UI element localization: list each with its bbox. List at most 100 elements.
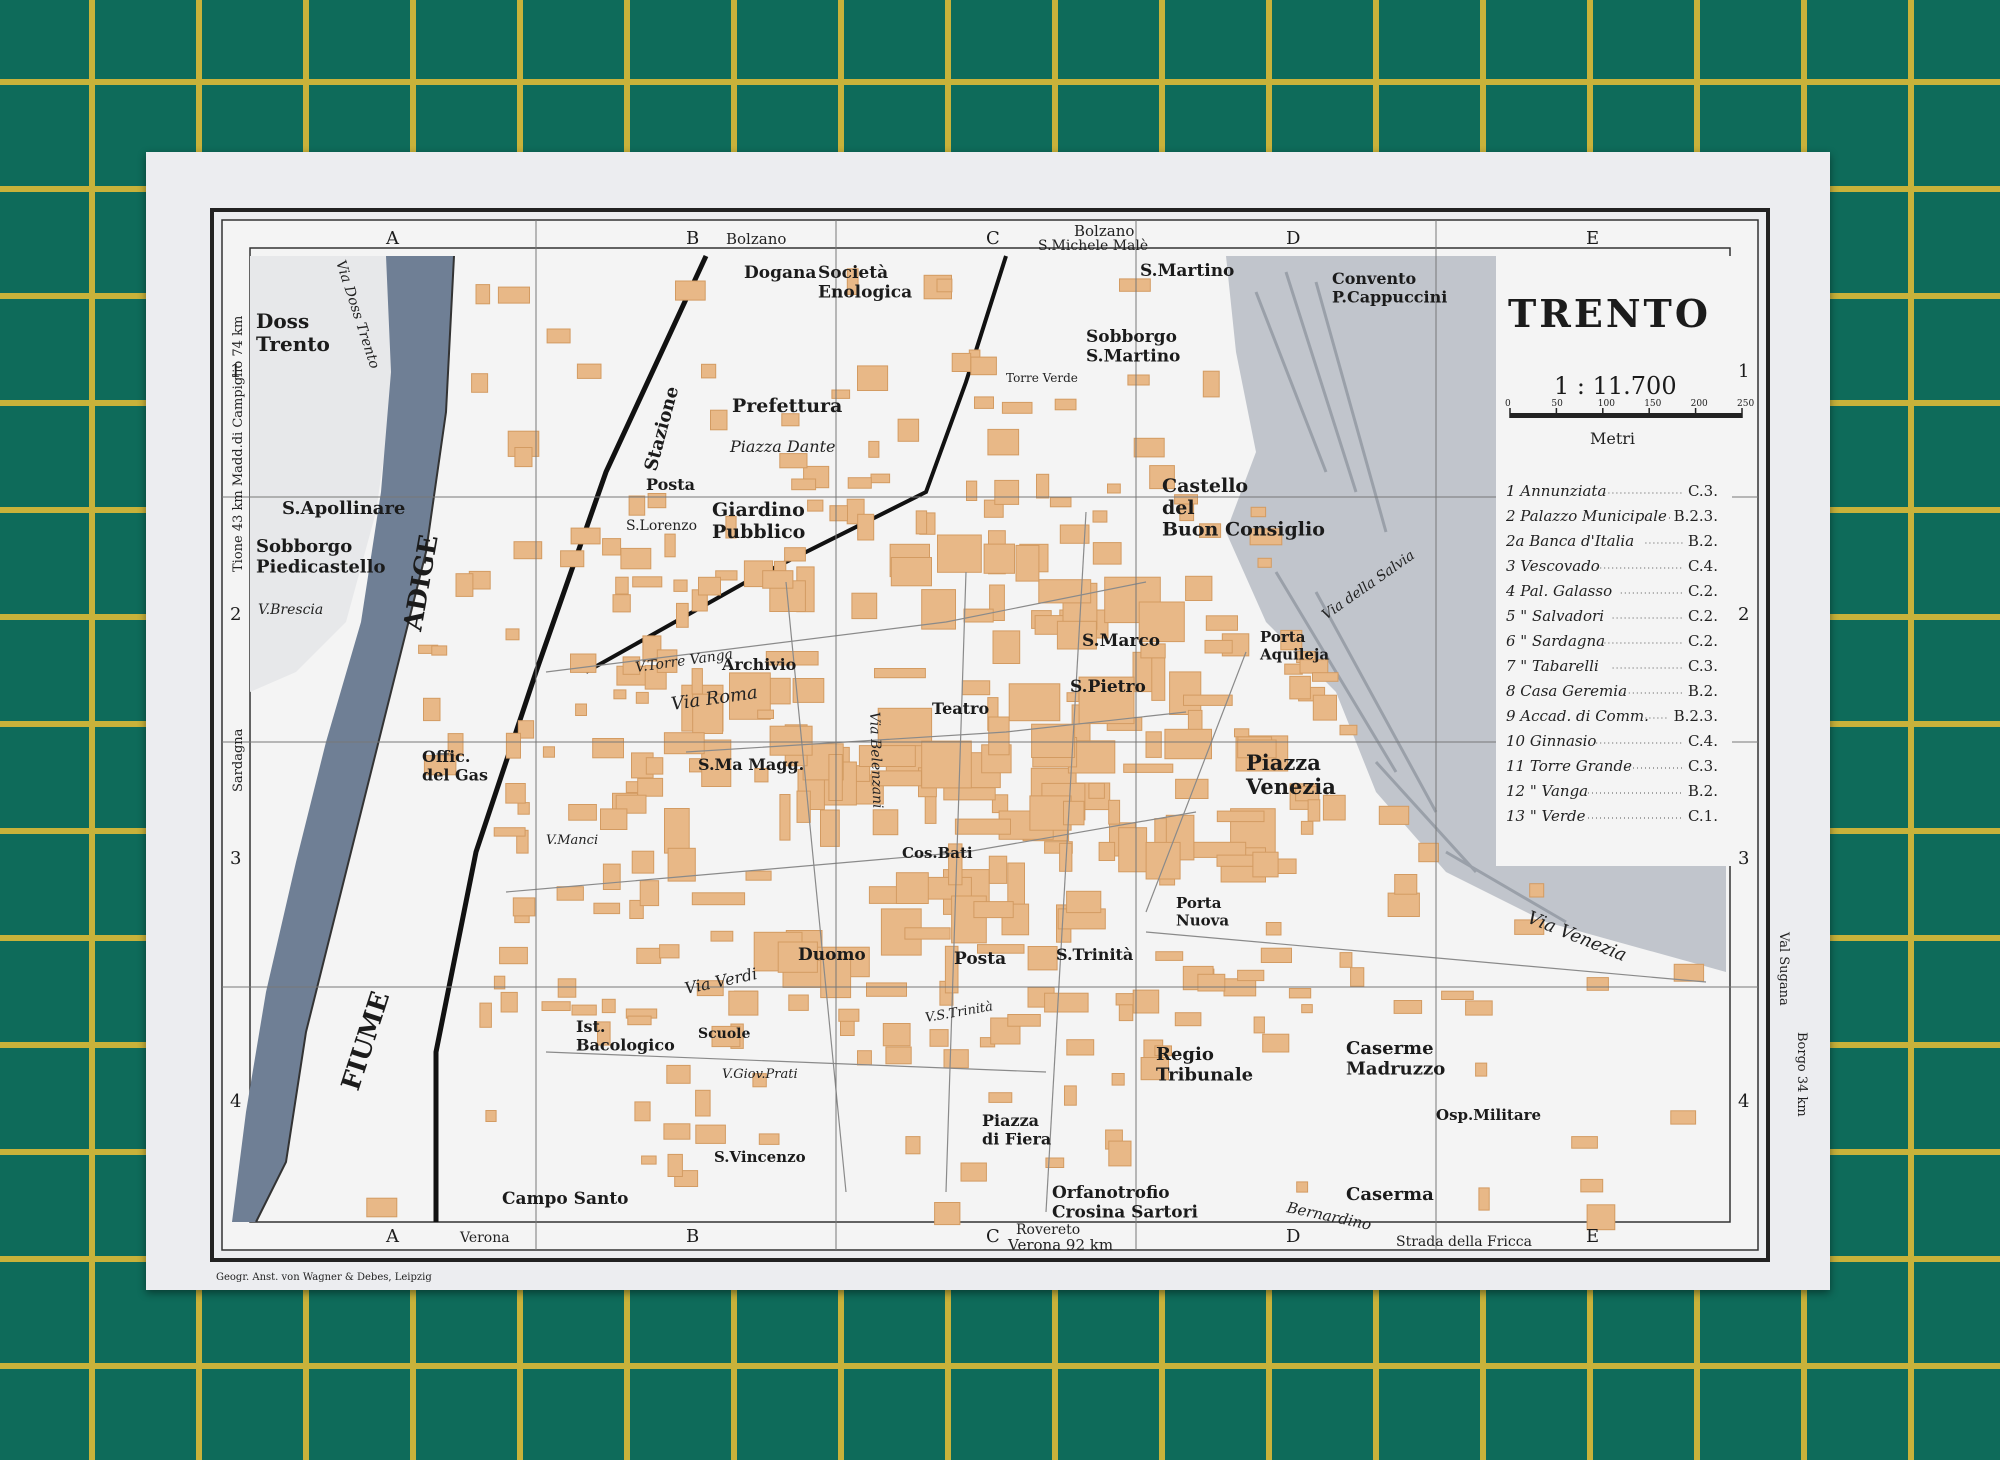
- legend-entry-label: 5 " Salvadori: [1506, 607, 1604, 625]
- building-block: [1145, 731, 1162, 758]
- building-block: [1127, 374, 1150, 386]
- place-posta-top: Posta: [646, 475, 695, 494]
- building-block: [701, 363, 717, 379]
- building-block: [1394, 874, 1418, 895]
- place-s-pietro: S.Pietro: [1070, 677, 1146, 697]
- building-block: [1378, 805, 1410, 825]
- building-block: [601, 998, 616, 1014]
- building-block: [1008, 683, 1061, 722]
- building-block: [943, 1049, 969, 1069]
- building-block: [695, 1124, 726, 1144]
- place-s-maria-magg: S.Ma Magg.: [698, 755, 804, 774]
- building-block: [847, 477, 872, 489]
- building-block: [988, 716, 1010, 756]
- scale-tick-label: 0: [1505, 399, 1511, 409]
- building-block: [1175, 778, 1209, 799]
- building-block: [1044, 992, 1089, 1013]
- building-block: [929, 1029, 949, 1047]
- place-doss-trento-line: Doss: [256, 309, 309, 333]
- place-porta-nuova: Porta Nuova: [1176, 894, 1229, 929]
- building-block: [663, 1123, 691, 1140]
- building-block: [1151, 652, 1166, 701]
- building-block: [1092, 510, 1108, 523]
- col-label-c-bottom: C: [986, 1226, 1000, 1247]
- legend-entry-ref: C.3.: [1688, 482, 1718, 500]
- place-caserme-madruzzo-line: Madruzzo: [1346, 1059, 1445, 1080]
- building-block: [877, 707, 933, 747]
- building-block: [571, 1004, 597, 1016]
- building-block: [512, 897, 536, 917]
- direction-verona-a: Verona: [459, 1230, 510, 1246]
- place-orfanotrofio-line: Crosina Sartori: [1052, 1203, 1199, 1223]
- place-scuole: Scuole: [698, 1026, 750, 1042]
- building-block: [493, 827, 526, 837]
- building-block: [560, 550, 585, 568]
- building-block: [784, 547, 806, 562]
- place-regio-tribunale-line: Regio: [1156, 1044, 1214, 1065]
- building-block: [1123, 763, 1174, 773]
- place-convento-cappuccini-line: Convento: [1332, 269, 1417, 288]
- place-regio-tribunale-line: Tribunale: [1156, 1065, 1253, 1086]
- building-block: [664, 533, 676, 558]
- building-block: [1234, 728, 1250, 738]
- building-block: [575, 703, 588, 716]
- building-block: [1133, 437, 1165, 458]
- building-block: [874, 668, 926, 679]
- legend-entry-ref: C.3.: [1688, 757, 1718, 775]
- place-s-marco: S.Marco: [1082, 631, 1160, 651]
- place-caserme-madruzzo-line: Caserme: [1346, 1038, 1434, 1059]
- place-offic-del-gas-line: del Gas: [422, 765, 488, 784]
- building-block: [934, 1202, 961, 1226]
- legend-entry-ref: C.2.: [1688, 582, 1718, 600]
- place-v-manci: V.Manci: [546, 833, 598, 848]
- map-figure: A B C D E A B C D E 1 2 3 4 1 2 3 4 Bolz…: [210, 208, 1809, 1283]
- building-block: [1111, 1073, 1125, 1086]
- col-label-e-bottom: E: [1586, 1226, 1599, 1247]
- building-block: [1007, 862, 1025, 908]
- building-block: [517, 802, 530, 815]
- place-caserma: Caserma: [1346, 1184, 1434, 1205]
- building-block: [757, 709, 775, 719]
- building-block: [762, 570, 794, 589]
- building-block: [1107, 483, 1121, 494]
- building-block: [568, 804, 597, 821]
- place-orfanotrofio-line: Orfanotrofio: [1052, 1183, 1170, 1203]
- building-block: [973, 901, 1014, 919]
- imprint: Geogr. Anst. von Wagner & Debes, Leipzig: [216, 1272, 432, 1283]
- legend-entry-label: 11 Torre Grande: [1506, 757, 1632, 775]
- legend-entry-label: 2a Banca d'Italia: [1505, 532, 1634, 550]
- legend-entry-ref: C.4.: [1688, 732, 1718, 750]
- legend-entry-label: 13 " Verde: [1506, 807, 1586, 825]
- building-block: [1237, 969, 1265, 982]
- building-block: [838, 1008, 860, 1022]
- col-label-a-top: A: [385, 228, 400, 249]
- building-block: [1296, 1181, 1309, 1193]
- building-block: [769, 725, 813, 756]
- building-block: [664, 808, 690, 854]
- legend-entry-label: 4 Pal. Galasso: [1505, 582, 1612, 600]
- building-block: [745, 870, 772, 881]
- building-block: [637, 777, 664, 797]
- building-block: [992, 630, 1021, 664]
- building-block: [505, 628, 520, 641]
- place-giardino-pubblico-line: Giardino: [712, 499, 805, 521]
- building-block: [951, 352, 972, 372]
- place-sobborgo-s-martino-line: Sobborgo: [1086, 327, 1177, 347]
- place-piazza-dante: Piazza Dante: [729, 437, 835, 456]
- building-block: [1478, 1187, 1490, 1211]
- legend-entry-label: 2 Palazzo Municipale: [1505, 507, 1667, 525]
- place-doss-trento-line: Trento: [256, 332, 330, 356]
- building-block: [423, 697, 441, 722]
- legend-entry-ref: B.2.3.: [1674, 707, 1718, 725]
- building-block: [676, 602, 689, 628]
- building-block: [885, 1046, 912, 1065]
- building-block: [541, 1001, 571, 1012]
- legend-entry-ref: C.4.: [1688, 557, 1718, 575]
- building-block: [1301, 1004, 1313, 1014]
- row-label-3-right: 3: [1738, 848, 1749, 869]
- building-block: [1387, 892, 1420, 917]
- building-block: [557, 978, 577, 998]
- building-block: [592, 738, 625, 759]
- building-block: [1174, 1012, 1202, 1027]
- place-prefettura: Prefettura: [732, 395, 842, 417]
